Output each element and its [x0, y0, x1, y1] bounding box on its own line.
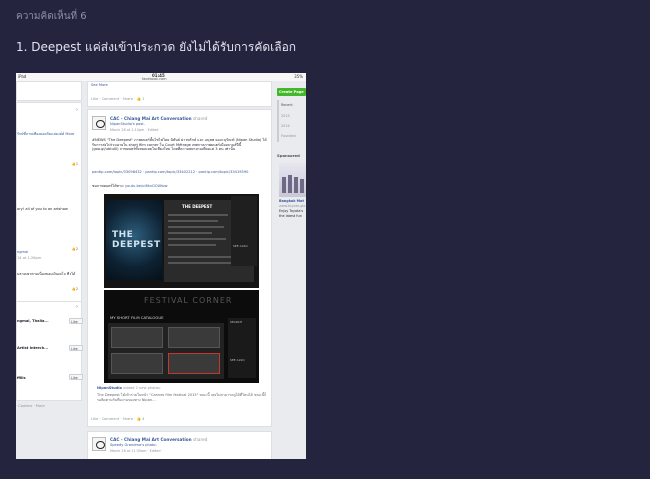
suggested-page[interactable]: ngmai, Thaila...: [17, 319, 49, 323]
info-row: [168, 232, 212, 234]
left-item-time: 14 at 1:26pm: [17, 256, 42, 260]
post-photo-2[interactable]: FESTIVAL CORNER MY SHORT FILM CATALOGUE …: [104, 290, 259, 383]
year-recent[interactable]: Recent: [281, 103, 293, 107]
movie-poster: THE DEEPEST: [106, 200, 162, 280]
year-founded[interactable]: Founded: [281, 134, 296, 138]
chevron-right-icon[interactable]: ›: [76, 304, 78, 310]
left-panel-top: [16, 81, 82, 101]
shared-line-rest: added 2 new photos.: [123, 386, 161, 390]
battery-indicator: 35%: [294, 74, 303, 79]
info-row: [168, 244, 216, 246]
create-page-button[interactable]: Create Page: [277, 88, 306, 96]
ad-figure: [288, 175, 292, 193]
poster-title: THE DEEPEST: [112, 230, 161, 250]
page-avatar[interactable]: [92, 116, 106, 130]
post-author[interactable]: CAC - Chiang Mai Art Conversation shared: [110, 116, 207, 121]
like-count: 4: [142, 417, 145, 421]
left-item: บลายเขาตามเนื่องขอมเงินเคโจ ทีวได้: [17, 272, 76, 276]
chevron-right-icon[interactable]: ›: [76, 107, 78, 113]
see-also-label: SEE ALSO: [233, 244, 248, 248]
year-2015[interactable]: 2015: [281, 114, 290, 118]
left-panel-posts: › รักษ์ที่ภาพเทียงยอดกิดแสดงย์ค์ More 👍1…: [16, 102, 82, 302]
like-page-button[interactable]: Like: [69, 345, 83, 351]
device-label: iPad: [18, 74, 27, 79]
ad-figure: [282, 177, 286, 193]
info-row: [168, 238, 226, 240]
left-panel-suggestions: › ngmai, Thaila... Like Artist Interch..…: [16, 301, 83, 401]
post-links[interactable]: pantip.com/topic/33098432 · pantip.com/t…: [92, 170, 268, 175]
panel-title: THE DEEPEST: [182, 204, 213, 209]
ad-figure: [294, 177, 298, 193]
suggested-page[interactable]: Artist Interch...: [17, 346, 48, 350]
info-row: [168, 226, 224, 228]
ad-text: the latest fun: [279, 214, 302, 218]
post-actions[interactable]: Like · Comment · Share · 👍 1: [91, 97, 144, 101]
post-actions-label[interactable]: Like · Comment · Share ·: [91, 417, 135, 421]
shared-line: NipanStudio added 2 new photos.: [97, 386, 161, 390]
film-thumb: [111, 353, 163, 374]
shared-word: shared: [193, 116, 208, 121]
facebook-screenshot: iPad 01:45 facebook.com 35% › รักษ์ที่ภา…: [16, 73, 306, 459]
like-count-icon: 👍1: [71, 162, 78, 166]
shared-text: The Deepest ได้เข้าร่วมในหน้า "Cannes fi…: [97, 393, 267, 402]
catalogue-box: [108, 323, 224, 379]
left-item[interactable]: ngmai: [17, 250, 28, 254]
search-panel: SEARCH SEE ALSO: [228, 318, 256, 378]
timeline-years: Recent 2015 2014 Founded: [277, 100, 306, 142]
festival-banner: FESTIVAL CORNER: [144, 296, 233, 305]
see-also-label: SEE ALSO: [230, 358, 245, 362]
like-count-icon: 👍: [136, 417, 141, 421]
ad-figure: [300, 179, 304, 193]
ad-title[interactable]: Bangkok Mot: [279, 199, 304, 203]
ipad-status-bar: iPad 01:45 facebook.com 35%: [16, 73, 306, 81]
like-count: 1: [142, 97, 145, 101]
film-thumb: [168, 327, 220, 348]
left-item[interactable]: รักษ์ที่ภาพเทียงยอดกิดแสดงย์ค์ More: [17, 131, 74, 137]
left-item: ary! all of you to an artshow: [17, 207, 68, 211]
like-count-icon: 👍2: [71, 247, 78, 251]
post-photo-1[interactable]: THE DEEPEST THE DEEPEST SEE ALSO: [104, 194, 259, 288]
post-actions[interactable]: Like · Comment · Share · 👍 4: [91, 417, 144, 421]
film-thumb: [111, 327, 163, 348]
search-label: SEARCH: [230, 320, 243, 324]
ad-domain[interactable]: www.toyota-glo: [279, 204, 305, 208]
previous-post-card: See More Like · Comment · Share · 👍 1: [87, 81, 272, 107]
shared-from[interactable]: NipanStudio's post.: [110, 122, 145, 126]
post-author[interactable]: CAC - Chiang Mai Art Conversation shared: [110, 437, 207, 442]
info-row: [168, 220, 218, 222]
post-actions-label[interactable]: Like · Comment · Share ·: [91, 97, 135, 101]
post-timestamp[interactable]: March 26 at 11:35am · Edited ·: [110, 449, 163, 453]
trailer-link[interactable]: youtu.be/ui6kvGOUKow: [125, 184, 167, 188]
comment-number: ความคิดเห็นที่ 6: [16, 11, 87, 22]
year-2014[interactable]: 2014: [281, 124, 290, 128]
post-author-name[interactable]: CAC - Chiang Mai Art Conversation: [110, 116, 192, 121]
see-more-link[interactable]: See More: [91, 83, 108, 87]
shared-word: shared: [193, 437, 208, 442]
info-row: [168, 214, 228, 216]
ad-image[interactable]: [279, 163, 306, 197]
headline: 1. Deepest แค่ส่งเข้าประกวด ยังไม่ได้รับ…: [16, 40, 297, 54]
post-timestamp[interactable]: March 26 at 1:10pm · Edited ·: [110, 128, 161, 132]
page-avatar[interactable]: [92, 437, 106, 451]
like-count-icon: 👍2: [71, 287, 78, 291]
like-page-button[interactable]: Like: [69, 318, 83, 324]
trailer-line: ชมภาพยนตร์ได้ทาง: youtu.be/ui6kvGOUKow: [92, 184, 268, 189]
main-post-card: CAC - Chiang Mai Art Conversation shared…: [87, 109, 272, 427]
post-author-name[interactable]: CAC - Chiang Mai Art Conversation: [110, 437, 192, 442]
sponsored-heading: Sponsored: [277, 153, 300, 158]
see-also-panel: SEE ALSO: [231, 196, 257, 266]
second-post-card: CAC - Chiang Mai Art Conversation shared…: [87, 431, 272, 459]
trailer-label: ชมภาพยนตร์ได้ทาง:: [92, 184, 124, 188]
ad-text: Enjoy Toyota's: [279, 209, 304, 213]
film-thumb-selected: [168, 353, 220, 374]
left-column: › รักษ์ที่ภาพเทียงยอดกิดแสดงย์ค์ More 👍1…: [16, 81, 83, 459]
footer-links[interactable]: · Cookies · More: [16, 404, 45, 408]
like-page-button[interactable]: Like: [69, 374, 83, 380]
like-count-icon: 👍: [136, 97, 141, 101]
suggested-page[interactable]: ffilis: [17, 376, 26, 380]
shared-from[interactable]: Speedy Grandma's photo.: [110, 443, 157, 447]
catalogue-header: MY SHORT FILM CATALOGUE: [110, 315, 164, 320]
post-body: #NEWS "The Deepest" ภาพยนตร์สั้นไซไฟโดย …: [92, 138, 267, 152]
shared-line-name[interactable]: NipanStudio: [97, 386, 122, 390]
